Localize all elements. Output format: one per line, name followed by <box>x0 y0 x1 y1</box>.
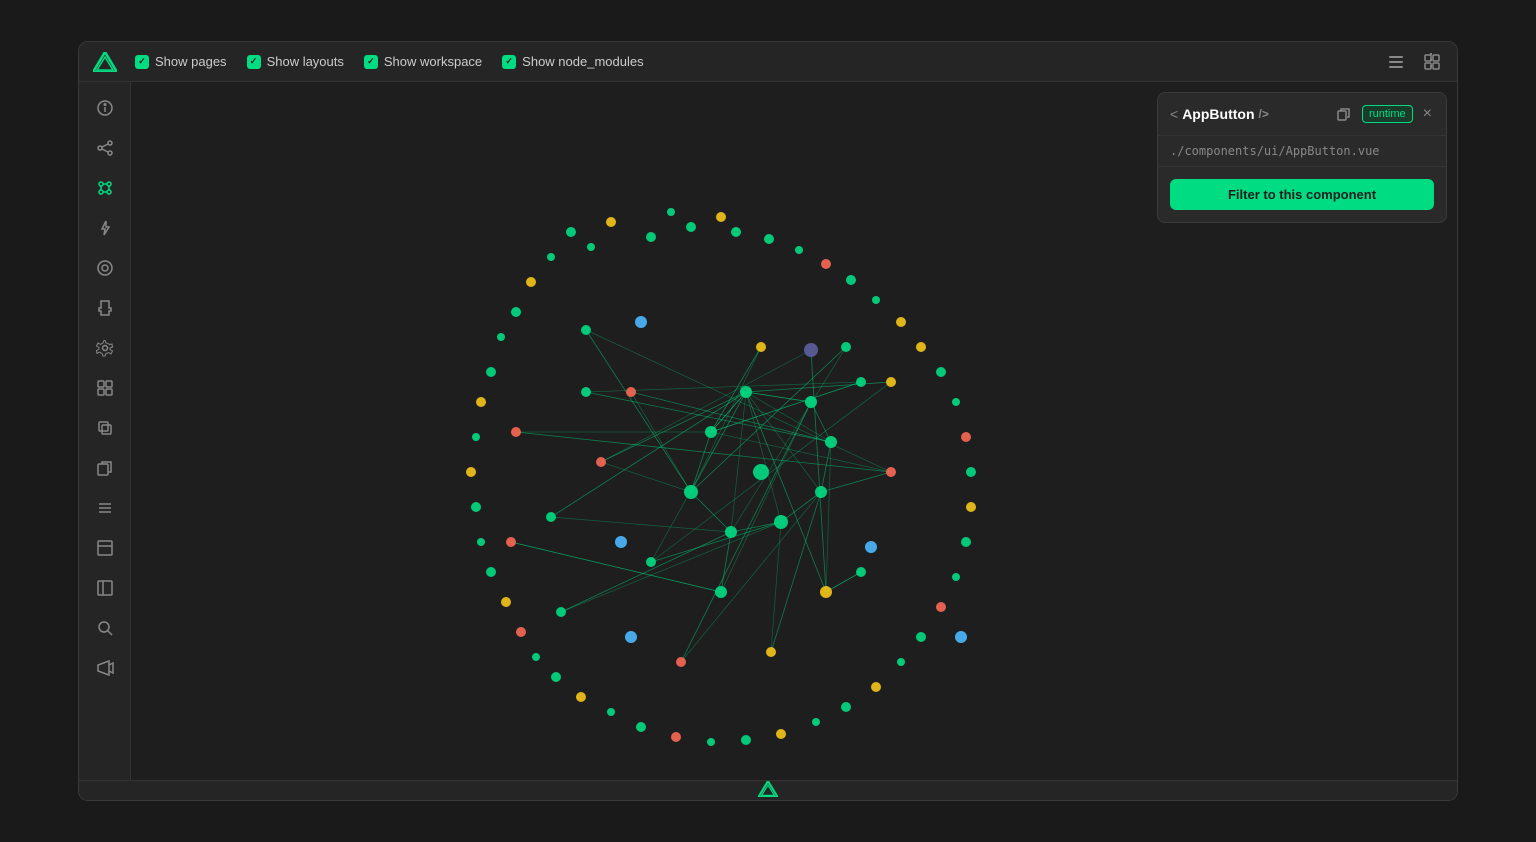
panel-close-button[interactable]: × <box>1421 103 1434 125</box>
panel-body: Filter to this component <box>1158 167 1446 222</box>
titlebar: Show pages Show layouts Show workspace S… <box>79 42 1457 82</box>
sidebar-item-copy[interactable] <box>87 450 123 486</box>
panel-title: < AppButton /> <box>1170 106 1326 122</box>
sidebar-item-graph[interactable] <box>87 130 123 166</box>
bottom-logo <box>758 781 778 800</box>
sidebar-item-search[interactable] <box>87 610 123 646</box>
sidebar-item-sidebar-layout[interactable] <box>87 570 123 606</box>
sidebar-item-grid[interactable] <box>87 370 123 406</box>
sidebar-item-vscode[interactable] <box>87 650 123 686</box>
sidebar-item-layers[interactable] <box>87 410 123 446</box>
checkbox-show-workspace[interactable]: Show workspace <box>364 54 482 69</box>
bottom-bar <box>79 780 1457 800</box>
sidebar <box>79 82 131 780</box>
checkbox-workspace-icon <box>364 55 378 69</box>
runtime-badge: runtime <box>1362 105 1413 123</box>
list-view-button[interactable] <box>1383 49 1409 75</box>
sidebar-item-info[interactable] <box>87 90 123 126</box>
sidebar-item-layout[interactable] <box>87 530 123 566</box>
sidebar-item-settings-ring[interactable] <box>87 250 123 286</box>
checkbox-node-modules-icon <box>502 55 516 69</box>
tag-close: /> <box>1259 107 1269 121</box>
checkbox-workspace-label: Show workspace <box>384 54 482 69</box>
component-path: ./components/ui/AppButton.vue <box>1158 136 1446 167</box>
sidebar-item-lightning[interactable] <box>87 210 123 246</box>
toolbar-checkboxes: Show pages Show layouts Show workspace S… <box>135 54 1367 69</box>
sidebar-item-list[interactable] <box>87 490 123 526</box>
checkbox-layouts-label: Show layouts <box>267 54 344 69</box>
graph-content[interactable]: < AppButton /> runtime × ./components/ui… <box>131 82 1457 780</box>
app-logo <box>91 48 119 76</box>
checkbox-show-pages[interactable]: Show pages <box>135 54 227 69</box>
copy-path-button[interactable] <box>1334 104 1354 124</box>
sidebar-item-components[interactable] <box>87 170 123 206</box>
checkbox-pages-icon <box>135 55 149 69</box>
app-window: Show pages Show layouts Show workspace S… <box>78 41 1458 801</box>
more-options-button[interactable]: ⋮ <box>1422 50 1441 71</box>
sidebar-item-gear[interactable] <box>87 330 123 366</box>
checkbox-pages-label: Show pages <box>155 54 227 69</box>
tag-open: < <box>1170 106 1178 122</box>
checkbox-show-layouts[interactable]: Show layouts <box>247 54 344 69</box>
checkbox-layouts-icon <box>247 55 261 69</box>
component-name: AppButton <box>1182 106 1254 122</box>
component-panel: < AppButton /> runtime × ./components/ui… <box>1157 92 1447 223</box>
sidebar-item-plugin[interactable] <box>87 290 123 326</box>
filter-to-component-button[interactable]: Filter to this component <box>1170 179 1434 210</box>
checkbox-node-modules-label: Show node_modules <box>522 54 643 69</box>
main-area: < AppButton /> runtime × ./components/ui… <box>79 82 1457 780</box>
checkbox-show-node-modules[interactable]: Show node_modules <box>502 54 643 69</box>
panel-header: < AppButton /> runtime × <box>1158 93 1446 136</box>
